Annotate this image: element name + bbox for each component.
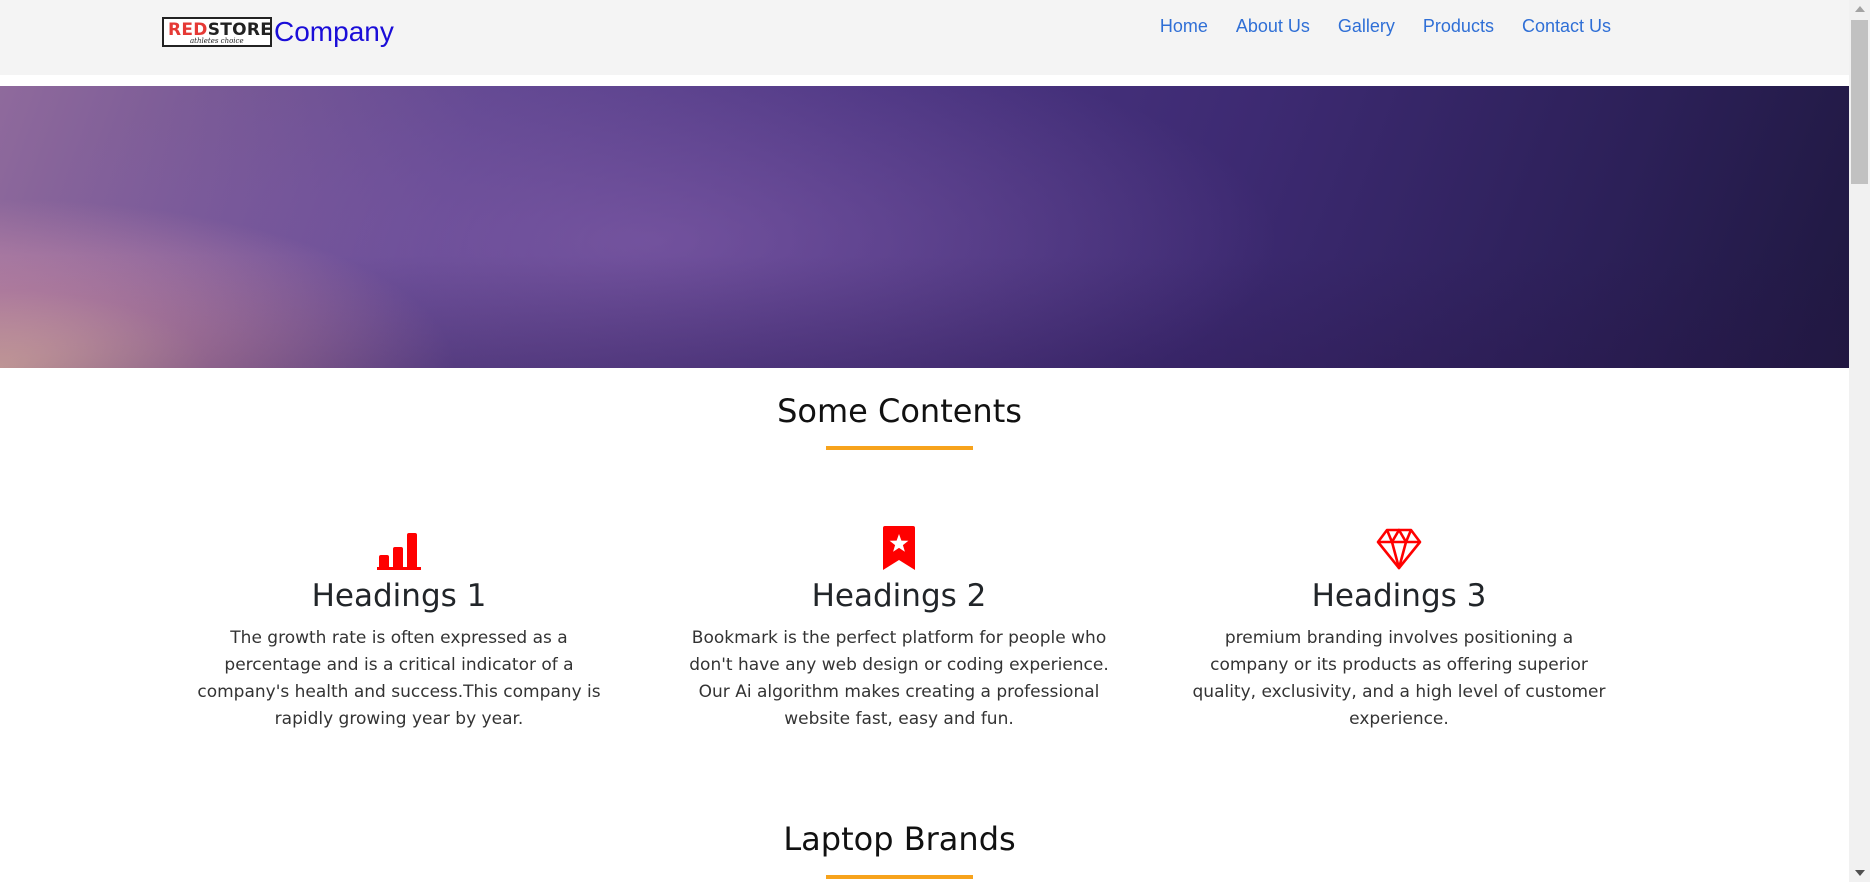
scrollbar-thumb[interactable] (1851, 20, 1868, 184)
section-underline-laptop-brands (826, 875, 973, 879)
section-title-contents: Some Contents (777, 392, 1022, 430)
brand-name[interactable]: Company (274, 16, 394, 48)
feature-heading-2: Headings 2 (811, 578, 987, 614)
bookmark-star-icon (679, 525, 1119, 571)
feature-card-3: Headings 3 premium branding involves pos… (1179, 525, 1619, 733)
feature-text-1: The growth rate is often expressed as a … (197, 628, 601, 729)
feature-text-3: premium branding involves positioning a … (1192, 628, 1606, 729)
gem-icon (1179, 525, 1619, 571)
scroll-up-arrow-icon[interactable] (1855, 6, 1865, 12)
nav-link-products[interactable]: Products (1409, 15, 1508, 37)
main-nav: Home About Us Gallery Products Contact U… (1146, 15, 1625, 37)
navbar: REDSTORE athletes choice Company Home Ab… (0, 0, 1849, 75)
nav-link-about-us[interactable]: About Us (1222, 15, 1324, 37)
hero-banner (0, 86, 1849, 368)
brand[interactable]: REDSTORE athletes choice Company (162, 16, 394, 48)
scroll-down-arrow-icon[interactable] (1855, 870, 1865, 876)
nav-link-gallery[interactable]: Gallery (1324, 15, 1409, 37)
feature-heading-3: Headings 3 (1311, 578, 1487, 614)
feature-card-1: Headings 1 The growth rate is often expr… (179, 525, 619, 733)
logo-tagline: athletes choice (190, 37, 244, 45)
navbar-spacer (0, 75, 1849, 86)
feature-heading-1: Headings 1 (311, 578, 487, 614)
section-title-laptop-brands: Laptop Brands (783, 820, 1016, 858)
feature-text-2: Bookmark is the perfect platform for peo… (689, 628, 1109, 729)
feature-card-2: Headings 2 Bookmark is the perfect platf… (679, 525, 1119, 733)
nav-link-contact-us[interactable]: Contact Us (1508, 15, 1625, 37)
nav-link-home[interactable]: Home (1146, 15, 1222, 37)
bar-chart-icon (179, 525, 619, 571)
page: REDSTORE athletes choice Company Home Ab… (0, 0, 1849, 882)
vertical-scrollbar[interactable] (1849, 0, 1870, 882)
redstore-logo[interactable]: REDSTORE athletes choice (162, 17, 272, 47)
section-underline-contents (826, 446, 973, 450)
